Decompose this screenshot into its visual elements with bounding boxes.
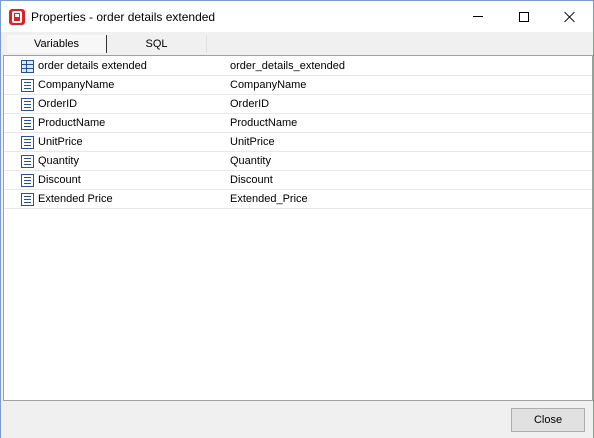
field-icon bbox=[21, 136, 34, 149]
row-value: order_details_extended bbox=[230, 60, 345, 72]
row-value: UnitPrice bbox=[230, 136, 275, 148]
field-icon bbox=[21, 98, 34, 111]
field-icon bbox=[21, 79, 34, 92]
close-button[interactable]: Close bbox=[511, 408, 585, 432]
table-row[interactable]: UnitPrice UnitPrice bbox=[4, 133, 592, 152]
table-row[interactable]: ProductName ProductName bbox=[4, 114, 592, 133]
row-value: Discount bbox=[230, 174, 273, 186]
field-icon bbox=[21, 117, 34, 130]
minimize-button[interactable] bbox=[455, 1, 501, 32]
close-icon bbox=[564, 11, 576, 23]
row-name: Quantity bbox=[38, 155, 79, 167]
window-close-button[interactable] bbox=[547, 1, 593, 32]
row-name: ProductName bbox=[38, 117, 106, 129]
minimize-icon bbox=[473, 16, 483, 17]
app-logo-icon bbox=[9, 9, 25, 25]
table-row[interactable]: order details extended order_details_ext… bbox=[4, 57, 592, 76]
row-value: CompanyName bbox=[230, 79, 307, 91]
dialog-footer: Close bbox=[1, 401, 593, 438]
title-bar[interactable]: Properties - order details extended bbox=[1, 1, 593, 32]
table-row[interactable]: Discount Discount bbox=[4, 171, 592, 190]
row-value: Extended_Price bbox=[230, 193, 308, 205]
row-name: OrderID bbox=[38, 98, 78, 110]
maximize-button[interactable] bbox=[501, 1, 547, 32]
window-title: Properties - order details extended bbox=[31, 10, 216, 24]
properties-window: Properties - order details extended Vari… bbox=[0, 0, 594, 438]
table-row[interactable]: CompanyName CompanyName bbox=[4, 76, 592, 95]
row-name: CompanyName bbox=[38, 79, 115, 91]
field-icon bbox=[21, 174, 34, 187]
table-icon bbox=[21, 60, 34, 73]
maximize-icon bbox=[519, 11, 529, 22]
tab-sql[interactable]: SQL bbox=[107, 35, 207, 53]
row-value: ProductName bbox=[230, 117, 298, 129]
row-name: order details extended bbox=[38, 60, 147, 72]
row-value: Quantity bbox=[230, 155, 271, 167]
field-icon bbox=[21, 193, 34, 206]
row-name: UnitPrice bbox=[38, 136, 83, 148]
field-icon bbox=[21, 155, 34, 168]
variables-grid[interactable]: order details extended order_details_ext… bbox=[3, 55, 593, 401]
tab-variables[interactable]: Variables bbox=[7, 35, 107, 53]
table-row[interactable]: Quantity Quantity bbox=[4, 152, 592, 171]
table-row[interactable]: OrderID OrderID bbox=[4, 95, 592, 114]
table-row[interactable]: Extended Price Extended_Price bbox=[4, 190, 592, 209]
row-name: Extended Price bbox=[38, 193, 113, 205]
row-value: OrderID bbox=[230, 98, 270, 110]
row-name: Discount bbox=[38, 174, 81, 186]
